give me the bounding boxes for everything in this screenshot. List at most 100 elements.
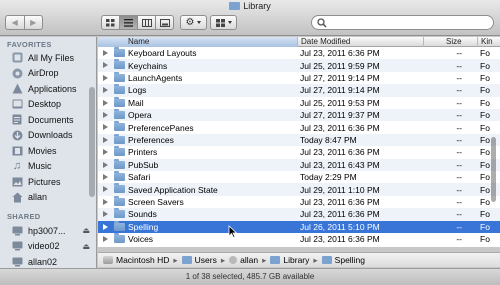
disclosure-triangle-icon[interactable]	[103, 223, 108, 230]
table-row[interactable]: Printers Jul 23, 2011 6:36 PM -- Fo	[98, 146, 500, 158]
sidebar-scrollbar[interactable]	[89, 87, 95, 197]
file-kind: Fo	[480, 97, 490, 108]
table-row[interactable]: PubSub Jul 23, 2011 6:43 PM -- Fo	[98, 158, 500, 171]
sidebar-item-airdrop[interactable]: AirDrop	[11, 66, 96, 81]
search-input[interactable]	[311, 15, 494, 30]
action-menu-button[interactable]: ⚙	[180, 15, 207, 30]
table-row[interactable]: Keyboard Layouts Jul 23, 2011 6:36 PM -- Fo	[98, 47, 500, 59]
table-row[interactable]: Safari Today 2:29 PM -- Fo	[98, 171, 500, 183]
sidebar-item-downloads[interactable]: Downloads	[11, 128, 96, 143]
folder-icon	[181, 256, 192, 264]
file-size: --	[456, 85, 462, 96]
folder-icon	[114, 96, 125, 107]
file-date: Jul 25, 2011 9:53 PM	[300, 97, 380, 108]
table-row[interactable]: Sounds Jul 23, 2011 6:36 PM -- Fo	[98, 208, 500, 221]
column-kind[interactable]: Kin	[477, 37, 500, 47]
sidebar-item-allan[interactable]: allan	[11, 190, 96, 205]
disclosure-triangle-icon[interactable]	[103, 174, 108, 180]
disclosure-triangle-icon[interactable]	[103, 211, 108, 218]
sidebar-item-allan02[interactable]: allan02	[11, 254, 96, 269]
disclosure-triangle-icon[interactable]	[103, 236, 108, 242]
disclosure-triangle-icon[interactable]	[103, 198, 108, 205]
sidebar-item-label: All My Files	[28, 52, 75, 63]
icon-view-button[interactable]	[101, 15, 120, 30]
disclosure-triangle-icon[interactable]	[103, 62, 108, 69]
file-name: Mail	[128, 97, 144, 108]
path-item-allan[interactable]: allan	[229, 255, 258, 265]
table-row[interactable]: Opera Jul 27, 2011 9:37 PM -- Fo	[98, 109, 500, 122]
disclosure-triangle-icon[interactable]	[103, 50, 108, 56]
list-view-icon	[124, 18, 133, 27]
sidebar-item-label: allan	[28, 192, 48, 202]
sidebar-item-movies[interactable]: Movies	[11, 143, 96, 158]
disclosure-triangle-icon[interactable]	[103, 74, 108, 81]
table-row[interactable]: Saved Application State Jul 29, 2011 1:10…	[98, 183, 500, 196]
table-row[interactable]: Logs Jul 27, 2011 9:14 PM -- Fo	[98, 84, 500, 97]
sidebar-item-all-my-files[interactable]: All My Files	[11, 50, 96, 65]
sidebar-item-hp3007[interactable]: hp3007... ⏏	[11, 223, 96, 238]
folder-icon	[114, 195, 125, 206]
path-label: Users	[194, 255, 217, 265]
file-kind: Fo	[480, 234, 490, 245]
table-row[interactable]: Preferences Today 8:47 PM -- Fo	[98, 133, 500, 147]
table-row[interactable]: PreferencePanes Jul 23, 2011 6:36 PM -- Fo	[98, 121, 500, 133]
shared-header: SHARED	[7, 212, 41, 221]
disclosure-triangle-icon[interactable]	[103, 161, 108, 168]
table-row[interactable]: Screen Savers Jul 23, 2011 6:36 PM -- Fo	[98, 195, 500, 208]
table-row[interactable]: Voices Jul 23, 2011 6:36 PM -- Fo	[98, 233, 500, 245]
eject-icon[interactable]: ⏏	[82, 242, 90, 251]
folder-icon	[114, 47, 125, 57]
sidebar-item-label: allan02	[28, 256, 58, 267]
path-item-macintosh-hd[interactable]: Macintosh HD	[103, 255, 169, 265]
file-kind: Fo	[480, 48, 490, 59]
eject-icon[interactable]: ⏏	[82, 226, 90, 235]
forward-button[interactable]: ▶	[24, 15, 43, 30]
table-row[interactable]: LaunchAgents Jul 27, 2011 9:14 PM -- Fo	[98, 71, 500, 84]
pictures-icon	[11, 176, 23, 187]
sidebar-item-documents[interactable]: Documents	[11, 112, 96, 127]
forward-arrow-icon: ▶	[30, 18, 37, 27]
disclosure-triangle-icon[interactable]	[103, 186, 108, 193]
list-scrollbar[interactable]	[491, 137, 496, 202]
file-size: --	[456, 97, 462, 108]
file-kind: Fo	[480, 184, 490, 195]
disclosure-triangle-icon[interactable]	[103, 149, 108, 156]
arrange-menu-button[interactable]	[210, 15, 237, 30]
table-row[interactable]: Keychains Jul 25, 2011 9:59 PM -- Fo	[98, 59, 500, 72]
table-row[interactable]: Mail Jul 25, 2011 9:53 PM -- Fo	[98, 96, 500, 109]
path-item-users[interactable]: Users	[181, 255, 217, 265]
column-view-button[interactable]	[138, 15, 156, 30]
sidebar-item-music[interactable]: ♫ Music	[11, 159, 96, 174]
sidebar-item-applications[interactable]: Applications	[11, 81, 96, 96]
disclosure-triangle-icon[interactable]	[103, 136, 108, 143]
sidebar-item-video02[interactable]: video02 ⏏	[11, 239, 96, 254]
sidebar-item-label: Downloads	[28, 130, 73, 140]
path-item-library[interactable]: Library	[270, 255, 309, 265]
back-button[interactable]: ◀	[5, 15, 25, 30]
file-date: Jul 27, 2011 9:14 PM	[300, 85, 380, 96]
disclosure-triangle-icon[interactable]	[103, 112, 108, 118]
path-item-spelling[interactable]: Spelling	[321, 255, 365, 265]
file-date: Jul 29, 2011 1:10 PM	[300, 184, 380, 195]
sidebar-item-desktop[interactable]: Desktop	[11, 97, 96, 112]
status-text: 1 of 38 selected, 485.7 GB available	[185, 272, 315, 281]
disclosure-triangle-icon[interactable]	[103, 99, 108, 106]
sidebar-item-label: Movies	[28, 145, 57, 156]
airdrop-icon	[11, 68, 23, 79]
disclosure-triangle-icon[interactable]	[103, 87, 108, 94]
table-row-selected[interactable]: Spelling Jul 26, 2011 5:10 PM -- Fo	[98, 220, 500, 233]
list-view-button[interactable]	[120, 15, 138, 30]
folder-icon	[321, 256, 332, 264]
folder-icon	[114, 183, 125, 194]
column-date-modified[interactable]: Date Modified	[297, 37, 423, 47]
column-name[interactable]: Name	[98, 37, 297, 47]
disclosure-triangle-icon[interactable]	[103, 124, 108, 131]
sidebar-item-label: Desktop	[28, 99, 62, 109]
column-size[interactable]: Size	[423, 37, 477, 47]
coverflow-view-button[interactable]	[156, 15, 174, 30]
folder-icon	[114, 59, 125, 70]
sidebar-item-pictures[interactable]: Pictures	[11, 174, 96, 189]
downloads-icon	[11, 130, 23, 141]
file-date: Jul 25, 2011 9:59 PM	[300, 60, 380, 71]
file-date: Jul 23, 2011 6:36 PM	[300, 147, 380, 158]
